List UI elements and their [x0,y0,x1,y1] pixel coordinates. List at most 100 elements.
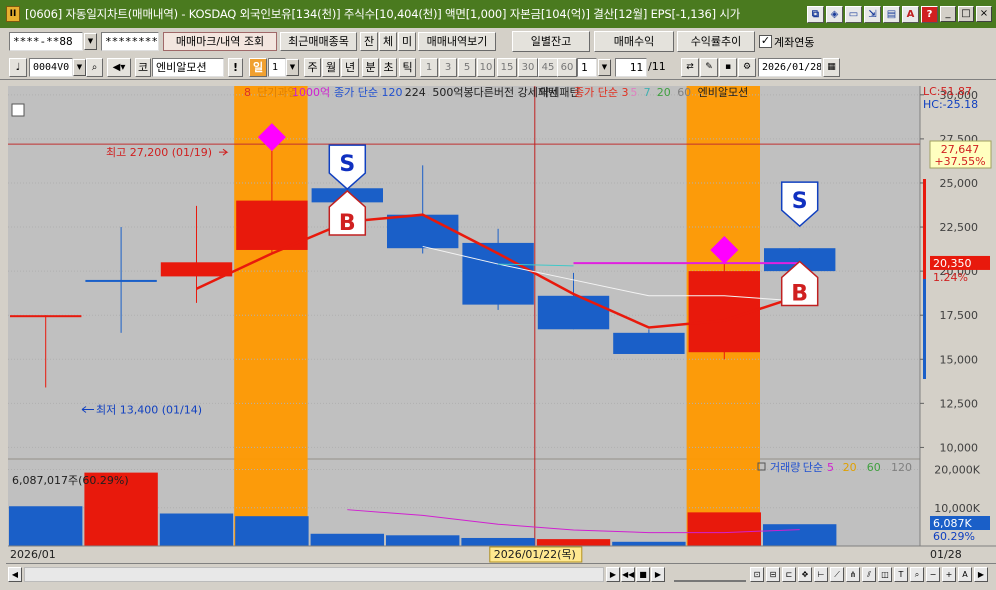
period-count-field[interactable]: 1 [268,58,286,77]
minimize-button[interactable]: _ [940,6,956,22]
sell-marker-label: S [339,152,355,177]
alert-icon[interactable]: ! [228,58,243,77]
period-second-button[interactable]: 초 [380,58,397,77]
volume-bar [763,524,837,546]
x-label-start: 2026/01 [10,548,56,561]
stock-name-field[interactable]: 엔비알모션 [152,58,224,77]
lock-icon[interactable]: ♩ [9,58,27,77]
legend-item: 7 [644,86,651,99]
stock-code-field[interactable]: 0004V0 [29,58,73,77]
trade-profit-button[interactable]: 매매수익 [594,31,674,52]
interval-button-45[interactable]: 45 [538,58,558,77]
account-link-label: 계좌연동 [774,36,815,49]
search-icon[interactable]: ⌕ [86,58,103,77]
interval-button-3[interactable]: 3 [439,58,457,77]
candle-body [10,315,82,318]
volume-bar [9,506,83,546]
scroll-right-icon[interactable]: ▶ [974,567,988,582]
zoom-fit-icon[interactable]: ⊡ [750,567,764,582]
window-icon[interactable]: ▭ [845,6,862,23]
ruler-icon[interactable]: ⊢ [814,567,828,582]
crosshair-icon[interactable]: ✥ [798,567,812,582]
period-month-button[interactable]: 월 [322,58,340,77]
text-tool-icon[interactable]: T [894,567,908,582]
period-year-button[interactable]: 년 [341,58,359,77]
volume-tick-label: 20,000K [934,464,980,477]
legend-item: 1000억 [292,86,330,99]
trendline-icon[interactable]: ⟋ [830,567,844,582]
draw-icon[interactable]: ✎ [700,58,718,77]
interval-button-10[interactable]: 10 [477,58,495,77]
channel-icon[interactable]: ⫽ [862,567,876,582]
account-dropdown[interactable]: ▼ [84,33,97,50]
close-button[interactable]: × [976,6,992,22]
interval-button-1[interactable]: 1 [420,58,438,77]
stock-code-dropdown[interactable]: ▼ [73,59,86,76]
recent-items-button[interactable]: 최근매매종목 [280,32,357,51]
speed-slider[interactable] [674,567,746,582]
play-icon[interactable]: ▶ [606,567,620,582]
period-minute-button[interactable]: 분 [362,58,379,77]
candle-body [387,214,459,249]
volume-bar [461,537,535,546]
sell-marker-label: S [792,189,808,214]
font-size-icon[interactable]: A [958,567,972,582]
return-trend-button[interactable]: 수익률추이 [677,31,755,52]
zoom-prev-icon[interactable]: ⊏ [782,567,796,582]
account-link-checkbox[interactable]: ✓ [759,35,772,48]
chart-scroll-bar: ◀ ▶ ◀◀ ■ ▶ ⊡ ⊟ ⊏ ✥ ⊢ ⟋ ⋔ ⫽ ◫ T ⌕ − + A ▶ [6,563,996,585]
candle-body [537,295,610,330]
interval-button-30[interactable]: 30 [518,58,538,77]
period-week-button[interactable]: 주 [304,58,321,77]
chart-icon[interactable]: ◈ [826,6,843,23]
zoom-range-icon[interactable]: ⊟ [766,567,780,582]
y-tick-label: 15,000 [940,353,979,366]
scroll-track[interactable] [24,567,604,582]
link-icon[interactable]: ⧉ [807,6,824,23]
period-count-dropdown[interactable]: ▼ [286,59,299,76]
link-chart-icon[interactable]: ⇄ [681,58,699,77]
save-icon[interactable]: ▪ [719,58,737,77]
interval-field[interactable]: 1 [577,58,597,77]
minimize-to-tray-icon[interactable]: ⇲ [864,6,881,23]
volume-bar [235,516,309,546]
account-number-field[interactable]: ****-**88 [9,32,83,51]
maximize-button[interactable]: □ [958,6,974,22]
legend-item: 종가 단순 3 [574,86,628,99]
forward-icon[interactable]: ▶ [651,567,665,582]
help-icon[interactable]: ? [921,6,938,23]
period-tick-button[interactable]: 틱 [399,58,416,77]
zoom-in-icon[interactable]: + [942,567,956,582]
password-field[interactable]: ******** [101,32,159,51]
trade-marks-query-button[interactable]: 매매마크/내역 조회 [163,32,277,51]
calendar-icon[interactable]: ▦ [823,58,840,77]
zoom-out-icon[interactable]: − [926,567,940,582]
pending-button[interactable]: 미 [398,32,416,51]
shape-icon[interactable]: ◫ [878,567,892,582]
interval-button-60[interactable]: 60 [557,58,577,77]
y-tick-label: 17,500 [940,309,979,322]
balance-button[interactable]: 잔 [360,32,378,51]
stock-chart[interactable]: 10,00012,50015,00017,50020,00022,50025,0… [6,86,996,563]
magnify-icon[interactable]: ⌕ [910,567,924,582]
font-icon[interactable]: A [902,6,919,23]
count-current-field[interactable]: 11 [615,58,647,77]
period-day-button[interactable]: 일 [249,58,267,77]
executions-button[interactable]: 체 [379,32,397,51]
settings-icon[interactable]: ⚙ [738,58,756,77]
highlight-column [234,86,308,546]
print-icon[interactable]: ▤ [883,6,900,23]
date-field[interactable]: 2026/01/28 [758,58,822,77]
rewind-icon[interactable]: ◀◀ [621,567,635,582]
interval-button-15[interactable]: 15 [497,58,517,77]
fibonacci-icon[interactable]: ⋔ [846,567,860,582]
scroll-left-icon[interactable]: ◀ [8,567,22,582]
interval-dropdown[interactable]: ▼ [598,59,611,76]
speaker-icon[interactable]: ◀▾ [107,58,131,77]
trade-history-button[interactable]: 매매내역보기 [418,32,496,51]
stop-icon[interactable]: ■ [636,567,650,582]
daily-balance-button[interactable]: 일별잔고 [512,31,590,52]
window-title: [0606] 자동일지차트(매매내역) - KOSDAQ 외국인보유[134(천… [25,7,741,21]
interval-button-5[interactable]: 5 [458,58,476,77]
market-button[interactable]: 코 [135,58,151,77]
